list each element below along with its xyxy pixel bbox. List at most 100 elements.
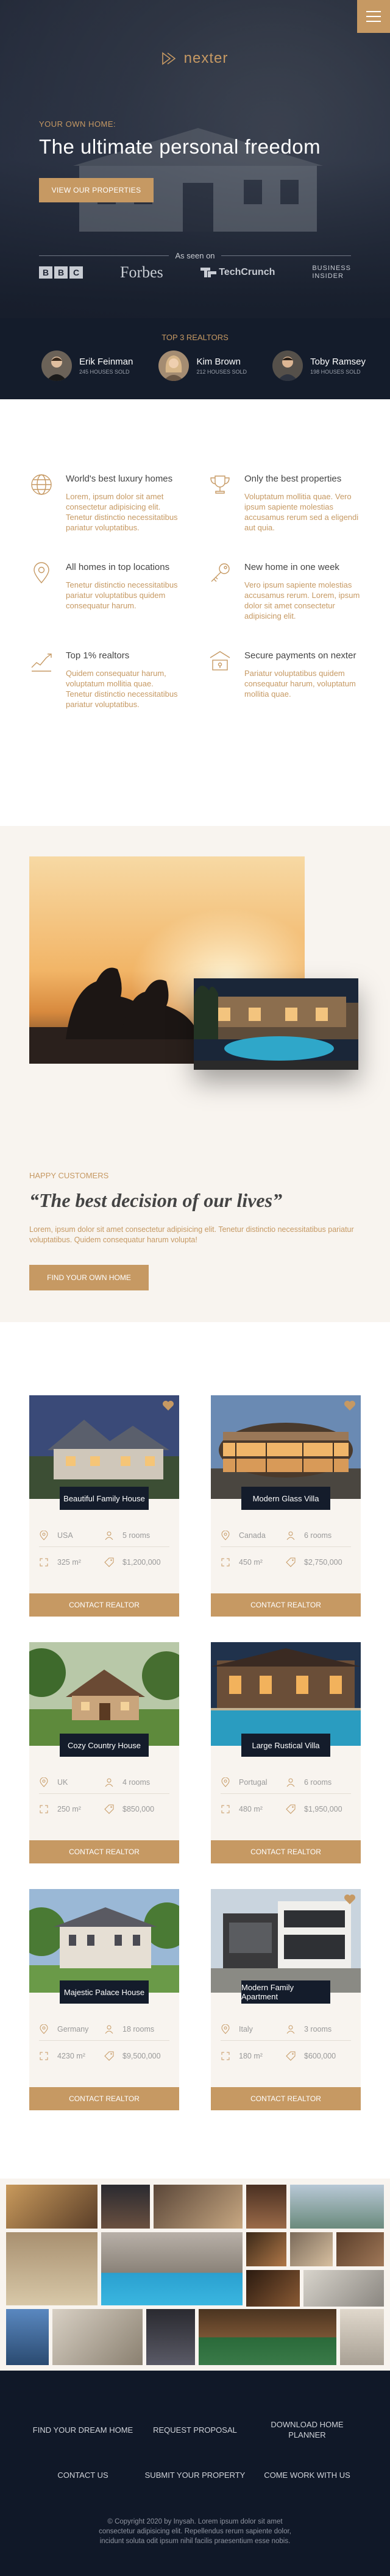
home-area: 4230 m²	[57, 2052, 85, 2060]
menu-button[interactable]	[357, 0, 390, 33]
key-icon	[211, 563, 230, 582]
expand-icon	[221, 1558, 230, 1567]
realtor-card[interactable]: Kim Brown 212 houses sold	[158, 350, 247, 381]
graph-icon	[31, 653, 52, 672]
home-rooms: 6 rooms	[304, 1531, 332, 1540]
favorite-heart-icon[interactable]	[344, 1894, 356, 1905]
home-name: Large Rustical Villa	[241, 1734, 330, 1757]
realtor-card[interactable]: Erik Feinman 245 houses sold	[41, 350, 133, 381]
gallery-image[interactable]	[101, 2232, 243, 2305]
feature-text: Quidem consequatur harum, voluptatum mol…	[66, 669, 178, 709]
gallery-image[interactable]	[246, 2270, 300, 2307]
expand-icon	[40, 1805, 48, 1813]
home-price: $850,000	[122, 1805, 155, 1813]
price-tag-icon	[104, 2051, 114, 2061]
favorite-heart-icon[interactable]	[162, 1400, 174, 1411]
lock-icon	[210, 651, 230, 671]
contact-realtor-button[interactable]: Contact realtor	[29, 1840, 179, 1863]
gallery-section	[0, 2179, 390, 2371]
home-card: Majestic Palace House Germany 18 rooms 4…	[29, 1889, 179, 2110]
gallery-image[interactable]	[340, 2309, 384, 2365]
profile-icon	[286, 1531, 295, 1540]
map-pin-icon	[221, 1777, 230, 1787]
feature-item: All homes in top locations Tenetur distin…	[29, 561, 192, 621]
map-pin-icon	[40, 1777, 48, 1787]
realtor-sold: 212 houses sold	[196, 369, 247, 375]
story-text: Lorem, ipsum dolor sit amet consectetur …	[29, 1225, 354, 1244]
gallery-image[interactable]	[290, 2232, 333, 2266]
home-rooms: 3 rooms	[304, 2025, 332, 2033]
realtor-name: Kim Brown	[196, 357, 241, 367]
contact-realtor-button[interactable]: Contact realtor	[29, 1593, 179, 1617]
avatar	[41, 350, 72, 381]
realtor-card[interactable]: Toby Ramsey 198 houses sold	[272, 350, 366, 381]
gallery-image[interactable]	[52, 2309, 143, 2365]
home-card: Modern Family Apartment Italy 3 rooms 18…	[211, 1889, 361, 2110]
feature-text: Tenetur distinctio necessitatibus pariat…	[66, 580, 178, 610]
gallery-image[interactable]	[290, 2185, 384, 2229]
home-image	[29, 1889, 179, 1993]
home-image	[211, 1642, 361, 1746]
footer-link-find-home[interactable]: Find your dream home	[27, 2419, 139, 2440]
footer-link-submit-property[interactable]: Submit your property	[139, 2464, 251, 2485]
home-area: 250 m²	[57, 1805, 81, 1813]
villa-pool-image	[194, 978, 358, 1070]
home-country: USA	[57, 1531, 73, 1540]
contact-realtor-button[interactable]: Contact realtor	[29, 2087, 179, 2110]
realtor-name: Toby Ramsey	[310, 357, 366, 367]
view-properties-button[interactable]: View our properties	[39, 178, 154, 202]
realtors-list: Erik Feinman 245 houses sold Kim Brown 2…	[41, 350, 366, 381]
seen-on-divider: As seen on	[39, 251, 352, 260]
favorite-heart-icon[interactable]	[344, 1400, 356, 1411]
map-pin-icon	[34, 562, 49, 584]
gallery-image[interactable]	[146, 2309, 195, 2365]
feature-text: Lorem, ipsum dolor sit amet consectetur …	[66, 492, 178, 532]
gallery-image[interactable]	[6, 2232, 98, 2305]
gallery-image[interactable]	[246, 2185, 286, 2229]
home-image	[29, 1642, 179, 1746]
gallery-image[interactable]	[154, 2185, 243, 2229]
home-country: Italy	[239, 2025, 253, 2033]
home-name: Modern Family Apartment	[241, 1980, 330, 2004]
hero-eyebrow: Your own home:	[39, 119, 116, 129]
profile-icon	[105, 2025, 113, 2034]
home-price: $1,200,000	[122, 1558, 161, 1567]
contact-realtor-button[interactable]: Contact realtor	[211, 1840, 361, 1863]
find-home-button[interactable]: Find your own home	[29, 1265, 149, 1290]
realtor-sold: 198 houses sold	[310, 369, 361, 375]
home-area: 480 m²	[239, 1805, 263, 1813]
logo[interactable]: nexter	[0, 50, 390, 67]
avatar	[158, 350, 190, 381]
realtors-title: Top 3 Realtors	[161, 333, 229, 342]
expand-icon	[40, 1558, 48, 1567]
price-tag-icon	[286, 2051, 296, 2061]
gallery-image[interactable]	[199, 2309, 336, 2365]
gallery-image[interactable]	[101, 2185, 150, 2229]
home-rooms: 4 rooms	[122, 1778, 151, 1787]
gallery-image[interactable]	[303, 2270, 384, 2307]
gallery-image[interactable]	[6, 2185, 98, 2229]
footer-link-download-planner[interactable]: Download home planner	[251, 2419, 363, 2440]
page: nexter Your own home: The ultimate perso…	[0, 0, 390, 2576]
footer-nav: Find your dream home Request proposal Do…	[27, 2419, 363, 2485]
contact-realtor-button[interactable]: Contact realtor	[211, 1593, 361, 1617]
map-pin-icon	[221, 2024, 230, 2034]
copyright-text: © Copyright 2020 by Inysah. Lorem ipsum …	[99, 2518, 291, 2545]
home-image	[211, 1395, 361, 1499]
footer-link-request-proposal[interactable]: Request proposal	[139, 2419, 251, 2440]
feature-title: Secure payments on nexter	[244, 650, 356, 661]
hero-header: nexter Your own home: The ultimate perso…	[0, 0, 390, 399]
home-card: Beautiful Family House USA 5 rooms 325 m…	[29, 1395, 179, 1617]
story-eyebrow: Happy Customers	[29, 1171, 109, 1180]
home-card: Modern Glass Villa Canada 6 rooms 450 m²…	[211, 1395, 361, 1617]
gallery-image[interactable]	[6, 2309, 49, 2365]
footer-link-careers[interactable]: Come work with us	[251, 2464, 363, 2485]
home-price: $1,950,000	[304, 1805, 342, 1813]
home-price: $600,000	[304, 2052, 336, 2060]
footer-link-contact[interactable]: Contact us	[27, 2464, 139, 2485]
home-image	[29, 1395, 179, 1499]
gallery-image[interactable]	[336, 2232, 384, 2266]
contact-realtor-button[interactable]: Contact realtor	[211, 2087, 361, 2110]
gallery-image[interactable]	[246, 2232, 286, 2266]
feature-text: Pariatur voluptatibus quidem consequatur…	[244, 669, 356, 699]
